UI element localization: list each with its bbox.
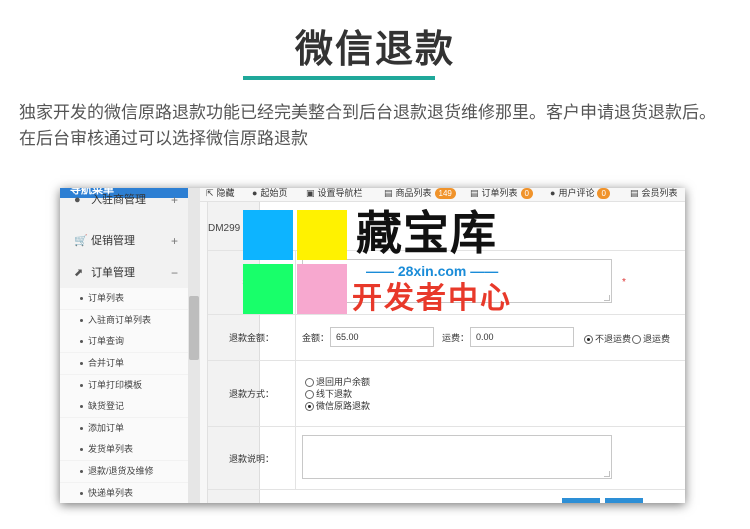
sidebar-subitem[interactable]: 缺货登记 [60,396,188,417]
sidebar-item-promotion[interactable]: 🛒 促销管理 + [60,226,188,256]
refund-note-textarea[interactable] [302,435,612,479]
nav-hide[interactable]: ⇱ 隐藏 [206,188,235,199]
sidebar-subitem[interactable]: 快递单列表 [60,483,188,503]
plus-icon: + [170,193,178,207]
comment-icon: ● [550,188,556,198]
sidebar-item-merchant[interactable]: ● 入驻商管理 + [60,194,188,210]
nav-settings[interactable]: ▣ 设置导航栏 [306,188,363,199]
refund-shipping-radio[interactable]: 退运费 [632,332,670,345]
feature-description: 独家开发的微信原路退款功能已经完美整合到后台退款退货维修那里。客户申请退货退款后… [19,103,716,148]
resize-handle[interactable] [604,295,610,301]
plus-icon: + [170,234,178,248]
watermark-square-yellow [297,210,347,260]
sidebar-subitem[interactable]: 入驻商订单列表 [60,310,188,331]
sidebar-subitem[interactable]: 发货单列表 [60,439,188,460]
refund-method-label: 退款方式： [208,361,296,426]
refund-amount-row: 退款金额： 金额： 65.00 运费： 0.00 不退运费 退运费 [208,314,685,360]
confirm-button[interactable] [562,498,600,503]
sidebar-subitem[interactable]: 添加订单 [60,418,188,439]
watermark-square-green [243,264,293,314]
sidebar-subitem[interactable]: 合并订单 [60,353,188,374]
resize-handle[interactable] [604,471,610,477]
list-icon: ▤ [384,188,393,198]
amount-label: 金额： [302,333,330,343]
sidebar-subitem[interactable]: 订单打印模板 [60,375,188,396]
refund-note-row: 退款说明： [208,426,685,490]
settings-icon: ▣ [306,188,315,198]
refund-method-row: 退款方式： 退回用户余额 线下退款 微信原路退款 [208,360,685,426]
shipping-input[interactable]: 0.00 [470,327,574,347]
sidebar-gutter [200,188,208,503]
watermark-square-pink [297,264,347,314]
order-id: DM299 [208,223,241,234]
sidebar-item-label: 促销管理 [91,235,136,247]
watermark-subtitle: 开发者中心 [352,282,512,315]
list-icon: ▤ [470,188,479,198]
refund-note-label: 退款说明： [208,427,296,489]
count-badge: 0 [597,188,610,199]
minus-icon: − [170,266,178,280]
cart-icon: 🛒 [74,235,88,247]
home-icon: ● [252,188,258,198]
watermark-brand: 藏宝库 [356,207,497,259]
count-badge: 0 [520,188,533,199]
shipping-label: 运费： [442,333,470,343]
method-wechat-radio[interactable]: 微信原路退款 [305,399,370,412]
title-underline [243,76,435,80]
circle-icon: ● [74,194,81,206]
watermark-url: —— 28xin.com —— [366,263,499,279]
amount-input[interactable]: 65.00 [330,327,434,347]
sidebar-subitem[interactable]: 订单查询 [60,331,188,352]
nav-home[interactable]: ● 起始页 [252,188,287,199]
required-mark: * [622,277,626,288]
collapse-icon: ⇱ [206,188,214,198]
sidebar-subitem[interactable]: 订单列表 [60,288,188,309]
page-title: 微信退款 [294,29,455,71]
sidebar-item-orders[interactable]: ⬈ 订单管理 − [60,258,188,288]
list-icon: ▤ [630,188,639,198]
nav-comments[interactable]: ● 用户评论 0 [550,188,610,199]
scrollbar-thumb[interactable] [189,296,199,360]
nav-products[interactable]: ▤ 商品列表 149 [384,188,456,199]
no-refund-shipping-radio[interactable]: 不退运费 [584,332,631,345]
count-badge: 149 [434,188,456,199]
top-nav: ⇱ 隐藏 ● 起始页 ▣ 设置导航栏 ▤ 商品列表 149 ▤ 订单列表 0 ● 用户评论 0 ▤… [200,188,685,202]
watermark-square-cyan [243,210,293,260]
nav-members[interactable]: ▤ 会员列表 [630,188,678,199]
sidebar-item-label: 入驻商管理 [91,194,147,206]
nav-orders[interactable]: ▤ 订单列表 0 [470,188,533,199]
refund-amount-label: 退款金额： [208,315,296,360]
external-link-icon: ⬈ [74,267,84,279]
sidebar-subitem[interactable]: 退款/退货及维修 [60,461,188,482]
sidebar-item-label: 订单管理 [91,267,136,279]
cancel-button[interactable] [605,498,643,503]
